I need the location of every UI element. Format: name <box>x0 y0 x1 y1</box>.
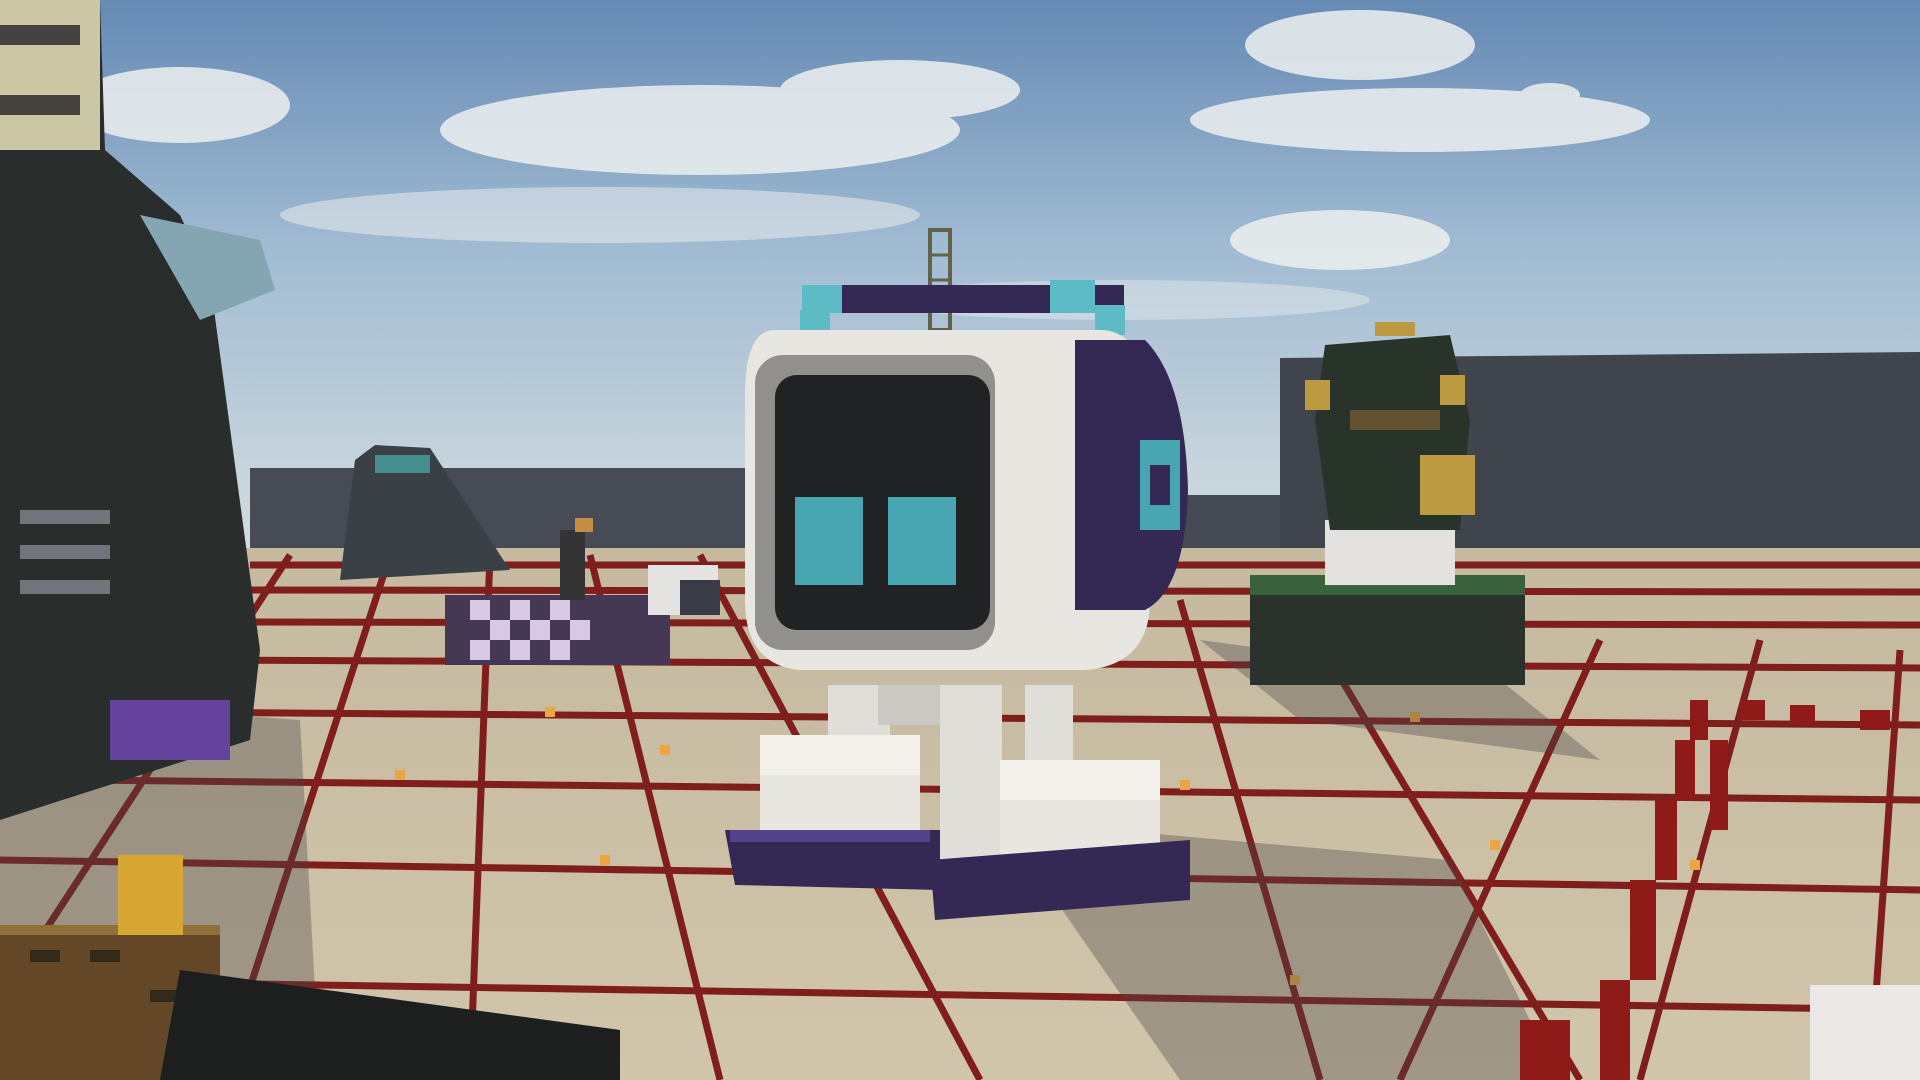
sun-haze <box>0 0 1920 1080</box>
game-viewport <box>0 0 1920 1080</box>
